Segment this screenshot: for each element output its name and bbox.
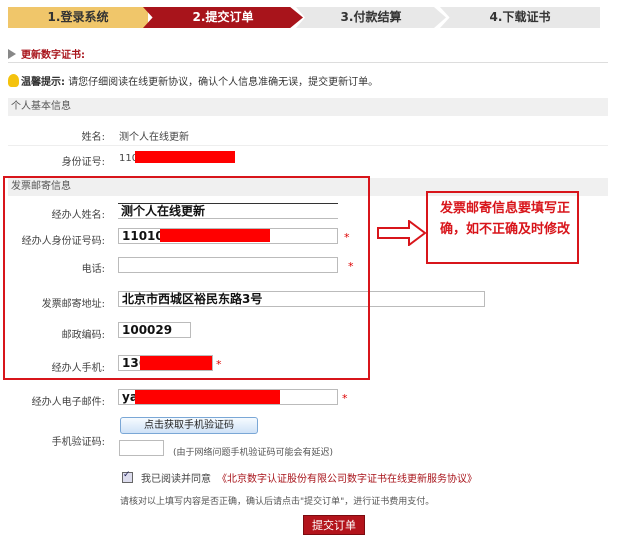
step-download-cert: 4.下载证书: [440, 7, 600, 28]
section-title: 更新数字证书:: [8, 46, 85, 61]
progress-steps: 1.登录系统 2.提交订单 3.付款结算 4.下载证书: [0, 0, 618, 30]
agree-text: 我已阅读并同意: [141, 474, 211, 485]
sms-note: (由于网络问题手机验证码可能会有延迟): [173, 448, 334, 458]
sms-code-label: 手机验证码:: [51, 437, 105, 448]
callout-note: 发票邮寄信息要填写正确，如不正确及时修改: [426, 191, 579, 264]
lightbulb-icon: [8, 74, 19, 87]
step-submit-order: 2.提交订单: [143, 7, 303, 28]
redaction: [135, 390, 280, 404]
submit-order-button[interactable]: 提交订单: [303, 515, 365, 535]
name-value: 测个人在线更新: [119, 132, 189, 143]
tip: 温馨提示: 请您仔细阅读在线更新协议，确认个人信息准确无误，提交更新订单。: [8, 73, 378, 88]
email-label: 经办人电子邮件:: [31, 397, 105, 408]
section-title-text: 更新数字证书:: [21, 50, 85, 61]
divider: [8, 62, 608, 63]
sms-code-input[interactable]: [119, 440, 164, 456]
name-label: 姓名:: [81, 132, 105, 143]
step-payment: 3.付款结算: [296, 7, 446, 28]
basic-info-header: 个人基本信息: [8, 98, 608, 116]
agreement-link[interactable]: 《北京数字认证股份有限公司数字证书在线更新服务协议》: [217, 474, 477, 485]
divider: [8, 145, 608, 146]
arrow-right-icon: [377, 220, 427, 246]
highlight-box: [3, 176, 370, 380]
triangle-icon: [8, 49, 16, 59]
get-sms-code-button[interactable]: 点击获取手机验证码: [120, 417, 258, 434]
agree-checkbox[interactable]: [122, 470, 133, 483]
confirm-text: 请核对以上填写内容是否正确，确认后请点击"提交订单"，进行证书费用支付。: [120, 497, 435, 507]
tip-text: 请您仔细阅读在线更新协议，确认个人信息准确无误，提交更新订单。: [68, 77, 379, 88]
required-star: *: [342, 392, 348, 405]
agreement: 我已阅读并同意《北京数字认证股份有限公司数字证书在线更新服务协议》: [122, 470, 477, 485]
id-label: 身份证号:: [61, 157, 105, 168]
step-login: 1.登录系统: [8, 7, 148, 28]
redaction: [135, 151, 235, 163]
tip-title: 温馨提示:: [21, 77, 65, 88]
